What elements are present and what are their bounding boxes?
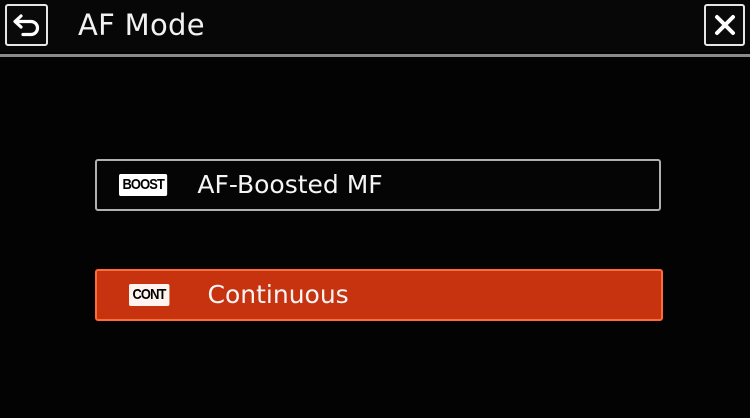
page-title: AF Mode <box>78 8 205 42</box>
camera-menu-screen: AF Mode BOOST AF-Boosted MF CONT Continu… <box>0 0 750 418</box>
close-x-icon <box>714 15 735 35</box>
cont-badge: CONT <box>129 284 169 306</box>
option-af-boosted-mf[interactable]: BOOST AF-Boosted MF <box>95 159 661 211</box>
back-button[interactable] <box>5 4 48 46</box>
return-arrow-icon <box>12 14 39 37</box>
option-label: AF-Boosted MF <box>197 170 383 199</box>
header-divider <box>0 54 750 57</box>
boost-badge: BOOST <box>119 174 168 196</box>
menu-header: AF Mode <box>0 0 750 52</box>
option-continuous[interactable]: CONT Continuous <box>95 269 663 321</box>
close-button[interactable] <box>704 4 745 46</box>
option-label: Continuous <box>207 280 349 309</box>
